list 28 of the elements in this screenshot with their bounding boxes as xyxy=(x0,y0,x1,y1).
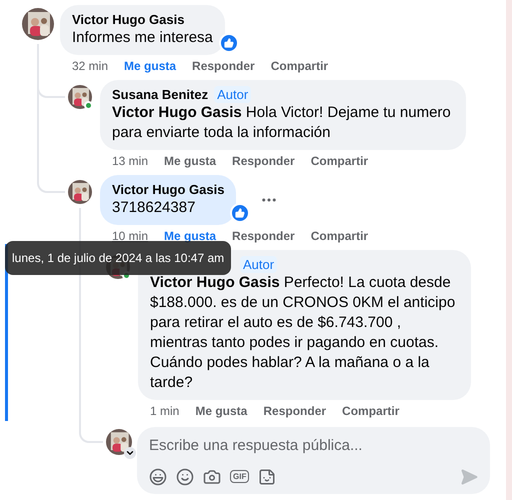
comment-action-link[interactable]: Responder xyxy=(232,153,295,169)
reply-field[interactable]: Escribe una respuesta pública... GIF xyxy=(137,427,490,494)
comment-text: Informes me interesa xyxy=(72,28,213,48)
comment-time[interactable]: 32 min xyxy=(72,58,108,74)
comment-action-link[interactable]: Me gusta xyxy=(195,403,248,419)
comment-action-link[interactable]: Me gusta xyxy=(164,153,216,169)
comment-action-link[interactable]: Responder xyxy=(263,403,326,419)
gif-button[interactable]: GIF xyxy=(230,470,250,483)
comment-action-link[interactable]: Responder xyxy=(232,228,295,244)
comment-time[interactable]: 13 min xyxy=(112,153,148,169)
comment-action-link[interactable]: Compartir xyxy=(270,58,328,74)
comment-action-link[interactable]: Me gusta xyxy=(164,228,216,244)
author-name[interactable]: Victor Hugo Gasis xyxy=(72,11,184,28)
comment-action-link[interactable]: Responder xyxy=(192,58,255,74)
comment-action-link[interactable]: Me gusta xyxy=(124,58,176,74)
date-tooltip: lunes, 1 de julio de 2024 a las 10:47 am xyxy=(5,241,232,275)
comment-time[interactable]: 10 min xyxy=(112,228,148,244)
comment-time[interactable]: 1 min xyxy=(150,403,180,419)
comment-text: Victor Hugo Gasis Perfecto! La cuota desde $188.000. es de un CRONOS 0KM el anticipo para retirar el auto es de $6.743.700 , mientras tanto podes ir pagando en cuotas. Cuándo podes hablar? A la mañana o a la tarde? xyxy=(150,273,456,393)
comment-text: 3718624387 xyxy=(112,198,196,218)
comment-text: Victor Hugo Gasis Hola Victor! Dejame tu numero para enviarte toda la información xyxy=(112,103,452,143)
comment-action-link[interactable]: Compartir xyxy=(342,403,400,419)
author-name[interactable]: Victor Hugo Gasis xyxy=(112,181,224,198)
author-name[interactable]: Susana Benitez xyxy=(112,86,208,103)
author-badge: Autor xyxy=(214,86,252,103)
author-badge: Autor xyxy=(240,256,278,273)
comment-action-link[interactable]: Compartir xyxy=(310,228,368,244)
comment-action-link[interactable]: Compartir xyxy=(310,153,368,169)
